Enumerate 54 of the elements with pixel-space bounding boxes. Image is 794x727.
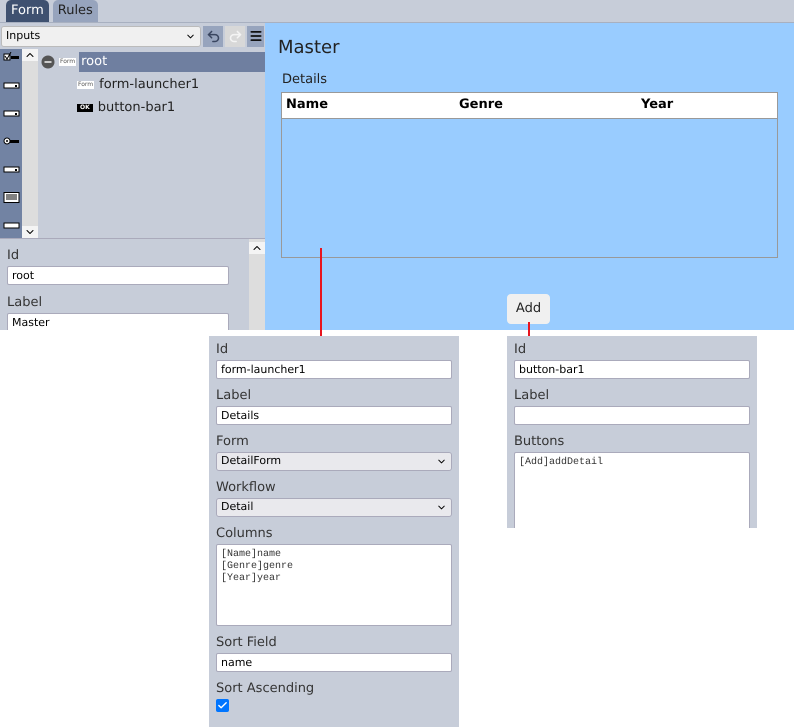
field-label: Columns: [216, 526, 274, 542]
column-header: Year: [641, 96, 674, 114]
field-label: Id: [514, 342, 528, 358]
text-field[interactable]: [514, 406, 750, 425]
palette-select[interactable]: Inputs: [1, 26, 202, 46]
palette-control-icon[interactable]: [2, 220, 20, 231]
launcher-label: Details: [282, 71, 328, 89]
menu-icon: [248, 29, 263, 43]
checkbox[interactable]: [216, 699, 229, 712]
palette-control-icon[interactable]: [2, 192, 20, 203]
field-label: Id: [7, 248, 20, 264]
text-field[interactable]: Master: [7, 313, 229, 330]
text-field[interactable]: form-launcher1: [216, 360, 452, 379]
field-label: Label: [7, 295, 44, 311]
palette-control-icon[interactable]: [2, 52, 20, 63]
tree-item[interactable]: root: [79, 52, 265, 72]
select-field[interactable]: Detail: [216, 498, 452, 517]
scrollbar[interactable]: [22, 49, 38, 238]
tree-item[interactable]: form-launcher1: [97, 74, 202, 94]
select-field[interactable]: DetailForm: [216, 452, 452, 471]
tab[interactable]: Rules: [52, 0, 98, 22]
scrollbar[interactable]: [249, 239, 265, 330]
form-title: Master: [278, 36, 340, 60]
column-header: Genre: [459, 96, 504, 114]
scroll-down-icon[interactable]: [22, 226, 38, 238]
tab[interactable]: Form: [6, 0, 49, 22]
field-label: Form: [216, 434, 250, 450]
text-field[interactable]: name: [216, 653, 452, 672]
field-label: Sort Field: [216, 635, 278, 651]
undo-icon: [206, 28, 221, 44]
palette-control-icon[interactable]: [2, 164, 20, 175]
field-label: Buttons: [514, 434, 566, 450]
field-label: Workflow: [216, 480, 277, 496]
scroll-up-icon[interactable]: [249, 242, 265, 254]
menu-button[interactable]: [247, 26, 264, 46]
text-area[interactable]: [Add]addDetail: [514, 452, 750, 528]
field-label: Sort Ascending: [216, 681, 316, 697]
scroll-up-icon[interactable]: [22, 49, 38, 61]
undo-button[interactable]: [203, 26, 224, 46]
text-area[interactable]: [Name]name [Genre]genre [Year]year: [216, 544, 452, 626]
redo-icon: [228, 28, 243, 44]
column-header: Name: [286, 96, 330, 114]
text-field[interactable]: button-bar1: [514, 360, 750, 379]
field-label: Label: [216, 388, 252, 404]
palette-control-icon[interactable]: [2, 80, 20, 91]
palette-control-icon[interactable]: [2, 108, 20, 119]
text-field[interactable]: Details: [216, 406, 452, 425]
add-button[interactable]: Add: [507, 294, 550, 324]
field-label: Label: [514, 388, 550, 404]
collapse-icon[interactable]: [41, 54, 55, 68]
text-field[interactable]: root: [7, 266, 229, 285]
field-label: Id: [216, 342, 230, 358]
palette-control-icon[interactable]: [2, 136, 20, 147]
tree-item[interactable]: button-bar1: [96, 98, 178, 118]
